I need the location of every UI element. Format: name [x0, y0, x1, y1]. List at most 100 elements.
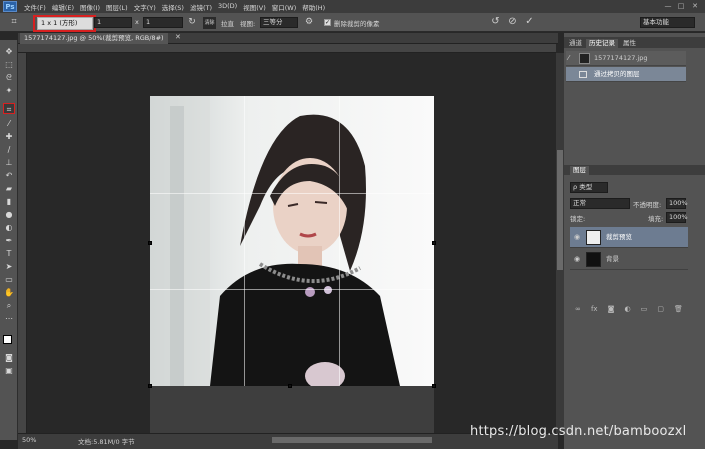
menu-bar: Ps 文件(F) 编辑(E) 图像(I) 图层(L) 文字(Y) 选择(S) 滤…	[0, 0, 705, 13]
layer-row-background[interactable]: ◉ 背景	[570, 249, 688, 270]
crop-width-input[interactable]: 1	[94, 17, 132, 28]
blur-icon[interactable]: ●	[3, 209, 15, 220]
marquee-tool-icon[interactable]: ⬚	[3, 59, 15, 70]
commit-check-icon[interactable]: ✓	[524, 17, 535, 27]
scrollbar-thumb[interactable]	[557, 150, 563, 270]
delete-cropped-checkbox[interactable]: ✓	[324, 19, 331, 26]
clear-button[interactable]: 清除	[203, 17, 216, 29]
menu-image[interactable]: 图像(I)	[80, 2, 100, 12]
crop-handle-right[interactable]	[432, 241, 436, 245]
menu-layer[interactable]: 图层(L)	[106, 2, 128, 12]
straighten-button[interactable]: 拉直	[221, 18, 234, 28]
history-item-snapshot[interactable]: ⁄ 1577174127.jpg	[566, 51, 686, 66]
dodge-icon[interactable]: ◐	[3, 222, 15, 233]
crop-handle-bottom-left[interactable]	[148, 384, 152, 388]
zoom-level[interactable]: 50%	[22, 436, 36, 444]
mask-icon[interactable]: ◙	[608, 305, 615, 314]
crop-handle-bottom-right[interactable]	[432, 384, 436, 388]
tab-history[interactable]: 历史记录	[586, 39, 618, 48]
grid-line-h2	[150, 289, 434, 290]
menu-window[interactable]: 窗口(W)	[272, 2, 297, 12]
link-layers-icon[interactable]: ∞	[575, 305, 581, 314]
lasso-tool-icon[interactable]: ᘓ	[3, 72, 15, 83]
crop-ratio-select[interactable]: 1 x 1 (方形)	[37, 17, 93, 30]
history-brush-icon[interactable]: ↶	[3, 170, 15, 181]
minimize-button[interactable]: —	[663, 2, 673, 11]
blend-mode-select[interactable]: 正常	[570, 198, 630, 209]
crop-tool-icon[interactable]: ⌗	[3, 103, 15, 114]
document-tab[interactable]: 1577174127.jpg @ 50%(裁剪预览, RGB/8#)	[20, 33, 168, 44]
layer-kind-filter[interactable]: ρ 类型	[570, 182, 608, 193]
cancel-icon[interactable]: ⊘	[507, 17, 518, 27]
settings-gear-icon[interactable]: ⚙	[304, 18, 314, 27]
tab-layers[interactable]: 图层	[570, 166, 589, 175]
crop-handle-left[interactable]	[148, 241, 152, 245]
quick-select-icon[interactable]: ✦	[3, 85, 15, 96]
rotate-icon[interactable]: ↻	[187, 18, 197, 27]
menu-help[interactable]: 帮助(H)	[302, 2, 325, 12]
undo-icon[interactable]: ↺	[490, 17, 501, 27]
menu-file[interactable]: 文件(F)	[24, 2, 46, 12]
eraser-icon[interactable]: ▰	[3, 183, 15, 194]
opacity-label: 不透明度:	[633, 201, 662, 209]
crop-preview-photo[interactable]	[150, 96, 434, 386]
history-state-label: 通过拷贝的图层	[594, 70, 640, 78]
brush-icon[interactable]: ∕	[3, 144, 15, 155]
history-brush-source-icon: ⁄	[568, 54, 570, 62]
quick-mask-icon[interactable]: ◙	[3, 352, 15, 363]
cropped-out-area	[150, 386, 434, 434]
overlay-view-select[interactable]: 三等分	[260, 17, 298, 28]
foreground-color-swatch[interactable]	[3, 335, 12, 344]
healing-brush-icon[interactable]: ✚	[3, 131, 15, 142]
crop-handle-bottom[interactable]	[288, 384, 292, 388]
delete-layer-icon[interactable]: 🗑	[674, 305, 683, 314]
crop-tool-icon[interactable]: ⌗	[8, 18, 20, 27]
zoom-tool-icon[interactable]: ⌕	[3, 300, 15, 311]
lock-label: 锁定:	[570, 215, 586, 223]
history-item-state[interactable]: 通过拷贝的图层	[566, 67, 686, 82]
workspace-select[interactable]: 基本功能	[640, 17, 695, 28]
grid-line-h1	[150, 193, 434, 194]
view-label: 视图:	[240, 20, 256, 28]
menu-select[interactable]: 选择(S)	[162, 2, 184, 12]
menu-view[interactable]: 视图(V)	[243, 2, 266, 12]
gradient-icon[interactable]: ▮	[3, 196, 15, 207]
menu-filter[interactable]: 滤镜(T)	[190, 2, 212, 12]
tab-channels[interactable]: 通道	[566, 39, 585, 48]
opacity-input[interactable]: 100%	[666, 198, 688, 209]
more-tools-icon[interactable]: ⋯	[3, 313, 15, 324]
fx-icon[interactable]: fx	[591, 305, 598, 314]
horizontal-ruler	[18, 44, 556, 53]
adjustment-icon[interactable]: ◐	[624, 305, 630, 314]
tools-panel: ✥ ⬚ ᘓ ✦ ⌗ ⁄ ✚ ∕ ⊥ ↶ ▰ ▮ ● ◐ ✒ T ➤ ▭ ✋ ⌕ …	[0, 40, 18, 440]
path-select-icon[interactable]: ➤	[3, 261, 15, 272]
watermark: https://blog.csdn.net/bamboozxl	[470, 424, 687, 439]
move-tool-icon[interactable]: ✥	[3, 46, 15, 57]
eye-icon[interactable]: ◉	[574, 227, 580, 248]
new-layer-icon[interactable]: ▢	[657, 305, 664, 314]
screen-mode-icon[interactable]: ▣	[3, 365, 15, 376]
type-tool-icon[interactable]: T	[3, 248, 15, 259]
fill-input[interactable]: 100%	[666, 212, 688, 223]
doc-info: 文档:5.81M/0 字节	[78, 438, 135, 446]
tab-properties[interactable]: 属性	[620, 39, 639, 48]
group-icon[interactable]: ▭	[641, 305, 648, 314]
menu-3d[interactable]: 3D(D)	[218, 2, 237, 12]
layer-row-crop-preview[interactable]: ◉ 裁剪预览	[570, 227, 688, 248]
pen-tool-icon[interactable]: ✒	[3, 235, 15, 246]
fill-label: 填充:	[648, 215, 664, 223]
menu-edit[interactable]: 编辑(E)	[52, 2, 74, 12]
menu-type[interactable]: 文字(Y)	[134, 2, 156, 12]
hand-tool-icon[interactable]: ✋	[3, 287, 15, 298]
clone-stamp-icon[interactable]: ⊥	[3, 157, 15, 168]
close-button[interactable]: ✕	[690, 2, 700, 11]
eye-icon[interactable]: ◉	[574, 249, 580, 270]
photoshop-logo: Ps	[3, 1, 17, 12]
close-tab-icon[interactable]: ✕	[175, 33, 181, 41]
swap-icon[interactable]: x	[135, 18, 139, 26]
shape-tool-icon[interactable]: ▭	[3, 274, 15, 285]
crop-height-input[interactable]: 1	[143, 17, 183, 28]
eyedropper-icon[interactable]: ⁄	[3, 118, 15, 129]
maximize-button[interactable]: □	[676, 2, 686, 11]
horizontal-scrollbar[interactable]	[272, 437, 432, 443]
